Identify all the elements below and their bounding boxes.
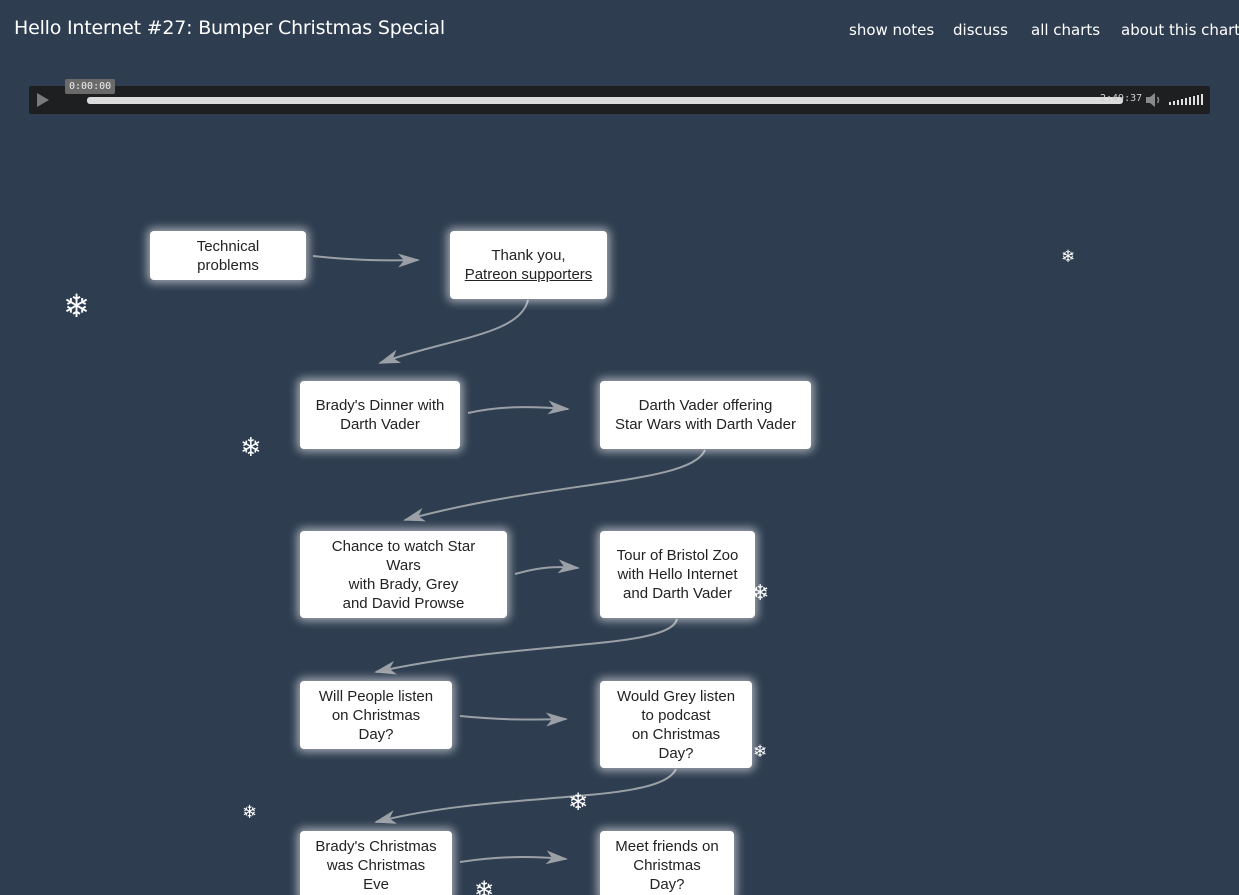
node-thank-you[interactable]: Thank you, Patreon supporters xyxy=(441,222,616,307)
patreon-supporters-link[interactable]: Patreon supporters xyxy=(465,265,593,284)
page: Hello Internet #27: Bumper Christmas Spe… xyxy=(0,0,1239,895)
snowflake-icon: ❄ xyxy=(568,788,589,816)
snowflake-icon: ❄ xyxy=(1061,247,1076,267)
node-label: Would Grey listen to podcast on Christma… xyxy=(616,687,736,762)
audio-player: 0:00:00 2:49:37 xyxy=(29,79,1210,114)
snowflake-icon: ❄ xyxy=(242,802,258,823)
edge-8 xyxy=(374,768,677,824)
edge-6 xyxy=(374,618,678,675)
node-technical-problems[interactable]: Technical problems xyxy=(141,222,315,288)
snowflake-icon: ❄ xyxy=(240,433,262,463)
edge-3 xyxy=(467,400,570,415)
node-label: Tour of Bristol Zoo with Hello Internet … xyxy=(616,547,739,602)
edge-2 xyxy=(378,299,529,364)
node-chance-to-watch[interactable]: Chance to watch Star Wars with Brady, Gr… xyxy=(291,522,516,626)
duration-time: 2:49:37 xyxy=(1100,93,1143,104)
node-darth-vader-offering[interactable]: Darth Vader offering Star Wars with Dart… xyxy=(591,372,820,457)
node-label: Thank you, xyxy=(491,247,566,264)
snowflake-icon: ❄ xyxy=(63,287,90,325)
nav-about-this-chart[interactable]: about this chart xyxy=(1121,21,1239,39)
edge-7 xyxy=(459,712,568,727)
progress-rail[interactable] xyxy=(87,97,1123,104)
snowflake-icon: ❄ xyxy=(474,876,495,895)
node-label: Meet friends on Christmas Day? xyxy=(615,837,719,893)
edge-5 xyxy=(514,559,580,575)
edge-1 xyxy=(312,253,420,268)
node-label: Will People listen on Christmas Day? xyxy=(318,687,434,743)
node-meet-friends[interactable]: Meet friends on Christmas Day? xyxy=(591,822,743,895)
play-icon[interactable] xyxy=(37,93,49,107)
node-will-people-listen[interactable]: Will People listen on Christmas Day? xyxy=(291,672,461,757)
speaker-icon[interactable] xyxy=(1145,92,1163,108)
nav-all-charts[interactable]: all charts xyxy=(1031,21,1100,39)
node-label: Chance to watch Star Wars with Brady, Gr… xyxy=(331,537,476,612)
edge-9 xyxy=(459,850,568,865)
nav-show-notes[interactable]: show notes xyxy=(849,21,934,39)
node-bradys-christmas[interactable]: Brady's Christmas was Christmas Eve xyxy=(291,822,461,895)
node-tour-bristol-zoo[interactable]: Tour of Bristol Zoo with Hello Internet … xyxy=(591,522,764,626)
node-label: Brady's Dinner with Darth Vader xyxy=(315,397,445,433)
top-nav: show notes discuss all charts about this… xyxy=(0,21,1239,41)
nav-discuss[interactable]: discuss xyxy=(953,21,1008,39)
snowflake-icon: ❄ xyxy=(753,742,768,762)
node-would-grey-listen[interactable]: Would Grey listen to podcast on Christma… xyxy=(591,672,761,776)
node-bradys-dinner[interactable]: Brady's Dinner with Darth Vader xyxy=(291,372,469,457)
node-label: Technical problems xyxy=(196,237,260,274)
current-time: 0:00:00 xyxy=(65,79,116,94)
node-label: Darth Vader offering Star Wars with Dart… xyxy=(615,397,796,433)
node-label: Brady's Christmas was Christmas Eve xyxy=(315,837,437,893)
edge-4 xyxy=(403,449,706,522)
